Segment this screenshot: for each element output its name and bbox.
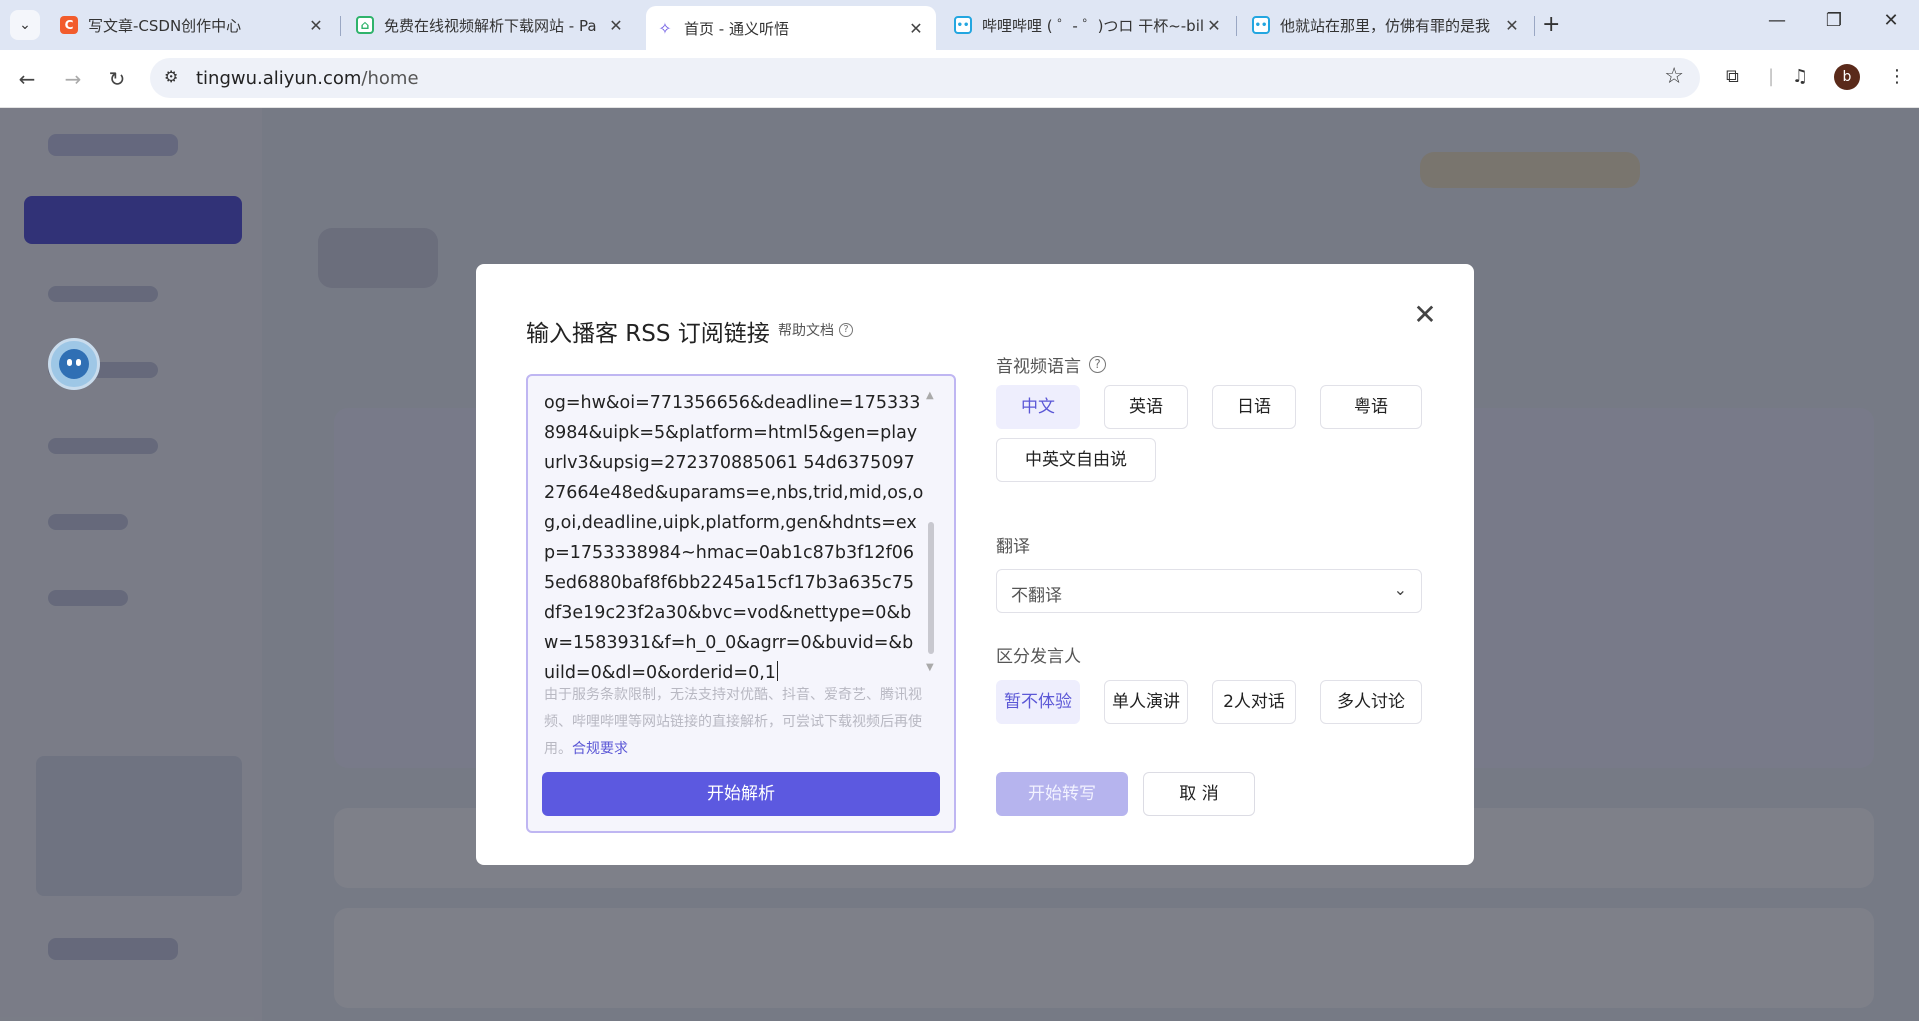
home-icon: ⌂: [356, 16, 374, 34]
cancel-button[interactable]: 取 消: [1143, 772, 1255, 816]
assistant-bot-icon[interactable]: [48, 338, 100, 390]
tab-title: 他就站在那里，仿佛有罪的是我: [1280, 16, 1491, 35]
restore-button[interactable]: ❐: [1819, 10, 1849, 31]
extensions-icon[interactable]: ⧉: [1726, 66, 1739, 87]
tab-separator: [1236, 16, 1237, 36]
bookmark-star-icon[interactable]: ☆: [1664, 64, 1684, 89]
scroll-up-arrow-icon[interactable]: ▲: [926, 390, 934, 401]
start-transcribe-button[interactable]: 开始转写: [996, 772, 1128, 816]
language-option-cantonese[interactable]: 粤语: [1320, 385, 1422, 429]
tab-title: 哔哩哔哩 ( ゜- ゜)つロ 干杯~-bili: [982, 16, 1204, 35]
url-text[interactable]: tingwu.aliyun.com/home: [196, 68, 419, 89]
language-label: 音视频语言 ?: [996, 352, 1106, 377]
translate-select[interactable]: 不翻译 ⌄: [996, 569, 1422, 613]
close-icon[interactable]: ✕: [606, 16, 626, 35]
toolbar-divider: |: [1768, 66, 1775, 87]
tab-bilibili-video[interactable]: •• 他就站在那里，仿佛有罪的是我 ✕: [1242, 6, 1532, 44]
close-dialog-button[interactable]: ✕: [1410, 298, 1440, 331]
rss-link-textarea[interactable]: og=hw&oi=771356656&deadline=1753338984&u…: [544, 388, 924, 688]
tab-separator: [340, 16, 341, 36]
chevron-down-icon: ⌄: [19, 17, 31, 33]
tab-csdn[interactable]: C 写文章-CSDN创作中心 ✕: [50, 6, 336, 44]
language-option-english[interactable]: 英语: [1104, 385, 1188, 429]
speaker-option-two[interactable]: 2人对话: [1212, 680, 1296, 724]
language-option-mixed[interactable]: 中英文自由说: [996, 438, 1156, 482]
media-control-icon[interactable]: ♫: [1792, 66, 1808, 87]
scrollbar-thumb[interactable]: [928, 522, 934, 654]
service-notice: 由于服务条款限制，无法支持对优酷、抖音、爱奇艺、腾讯视频、哔哩哔哩等网站链接的直…: [544, 687, 922, 757]
tingwu-icon: ✧: [656, 19, 674, 38]
tab-bilibili-home[interactable]: •• 哔哩哔哩 ( ゜- ゜)つロ 干杯~-bili ✕: [944, 6, 1234, 44]
tab-video-parse[interactable]: ⌂ 免费在线视频解析下载网站 - Pa ✕: [346, 6, 636, 44]
tab-title: 首页 - 通义听悟: [684, 19, 789, 38]
back-button[interactable]: ←: [12, 64, 42, 94]
csdn-favicon-icon: C: [60, 16, 78, 34]
question-icon[interactable]: ?: [1089, 356, 1106, 373]
speaker-label: 区分发言人: [996, 647, 1081, 667]
text-caret: [776, 661, 778, 681]
scroll-down-arrow-icon[interactable]: ▼: [926, 662, 934, 673]
translate-label: 翻译: [996, 537, 1030, 557]
close-icon[interactable]: ✕: [906, 19, 926, 38]
speaker-option-multi[interactable]: 多人讨论: [1320, 680, 1422, 724]
tab-bar: ⌄ C 写文章-CSDN创作中心 ✕ ⌂ 免费在线视频解析下载网站 - Pa ✕…: [0, 0, 1919, 50]
close-icon[interactable]: ✕: [1204, 16, 1224, 35]
dialog-title: 输入播客 RSS 订阅链接: [526, 321, 770, 347]
help-doc-link[interactable]: 帮助文档 ?: [778, 320, 853, 340]
chevron-down-icon: ⌄: [1393, 580, 1407, 599]
question-icon: ?: [839, 323, 853, 337]
close-icon: ✕: [1413, 298, 1437, 331]
start-parse-button[interactable]: 开始解析: [542, 772, 940, 816]
close-icon[interactable]: ✕: [1502, 16, 1522, 35]
rss-link-dialog: 输入播客 RSS 订阅链接 帮助文档 ? ✕ og=hw&oi=77135665…: [476, 264, 1474, 865]
tab-title: 写文章-CSDN创作中心: [88, 16, 242, 35]
bilibili-icon: ••: [1252, 16, 1270, 34]
more-menu-icon[interactable]: ⋮: [1888, 66, 1906, 87]
language-option-japanese[interactable]: 日语: [1212, 385, 1296, 429]
tab-separator: [1534, 16, 1535, 36]
link-input-panel: og=hw&oi=771356656&deadline=1753338984&u…: [526, 374, 956, 833]
reload-button[interactable]: ↻: [102, 64, 132, 94]
tab-search-button[interactable]: ⌄: [10, 10, 40, 40]
speaker-option-skip[interactable]: 暂不体验: [996, 680, 1080, 724]
bilibili-icon: ••: [954, 16, 972, 34]
speaker-option-single[interactable]: 单人演讲: [1104, 680, 1188, 724]
help-doc-label: 帮助文档: [778, 323, 834, 339]
tab-title: 免费在线视频解析下载网站 - Pa: [384, 16, 597, 35]
profile-avatar[interactable]: b: [1834, 64, 1860, 90]
language-option-chinese[interactable]: 中文: [996, 385, 1080, 429]
new-tab-button[interactable]: +: [1542, 12, 1560, 37]
close-window-button[interactable]: ✕: [1876, 10, 1906, 31]
translate-value: 不翻译: [1011, 586, 1062, 606]
tab-tingwu[interactable]: ✧ 首页 - 通义听悟 ✕: [646, 6, 936, 50]
site-settings-icon[interactable]: ⚙: [164, 67, 178, 86]
minimize-button[interactable]: —: [1762, 10, 1792, 31]
browser-toolbar: ← → ↻ ⚙ tingwu.aliyun.com/home ☆ ⧉ | ♫ b…: [0, 50, 1919, 108]
close-icon[interactable]: ✕: [306, 16, 326, 35]
compliance-link[interactable]: 合规要求: [572, 741, 628, 757]
address-bar[interactable]: ⚙ tingwu.aliyun.com/home ☆: [150, 58, 1700, 98]
forward-button[interactable]: →: [58, 64, 88, 94]
